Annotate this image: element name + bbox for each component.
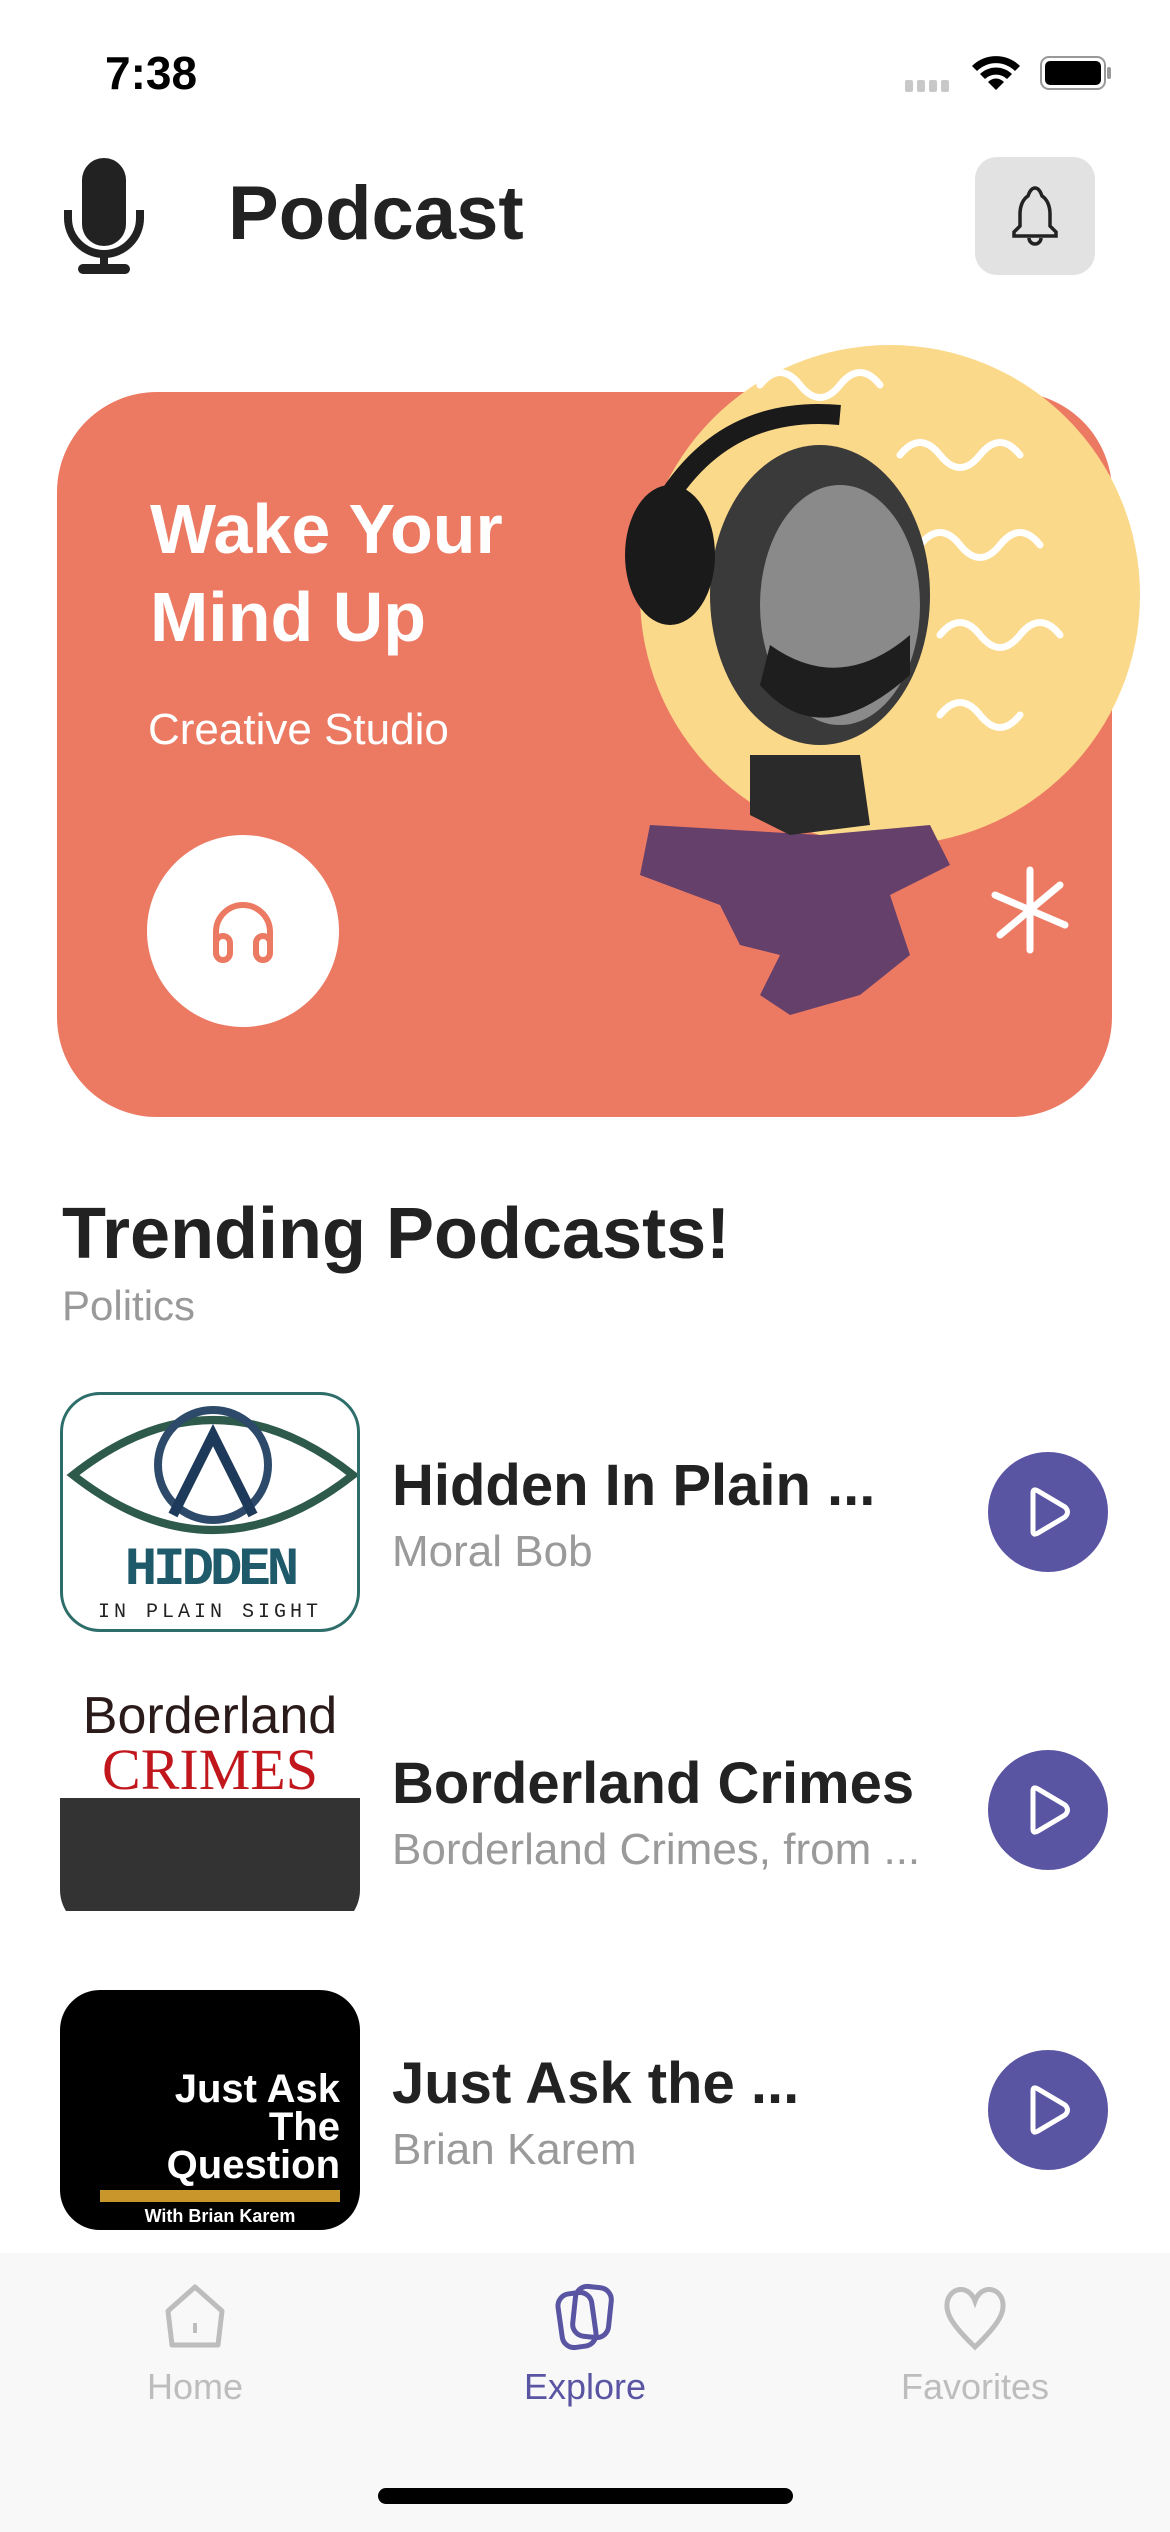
podcast-title: Hidden In Plain ... (392, 1453, 876, 1518)
podcast-author: Borderland Crimes, from ... (392, 1825, 921, 1874)
play-button[interactable] (988, 1750, 1108, 1870)
artwork-subtext: With Brian Karem (144, 2206, 296, 2226)
podcast-artwork: Just Ask The Question With Brian Karem (60, 1990, 360, 2230)
artwork-text: Just Ask The Question (166, 2067, 340, 2187)
podcast-artwork: Borderland CRIMES (60, 1690, 360, 1930)
artwork-subtext: IN PLAIN SIGHT (97, 1601, 323, 1624)
podcast-author: Moral Bob (392, 1527, 593, 1576)
status-time: 7:38 (105, 47, 198, 99)
podcast-row[interactable]: Borderland CRIMES Borderland Crimes Bord… (0, 1690, 1170, 1930)
bell-icon (1012, 186, 1058, 246)
podcast-row[interactable]: HIDDEN IN PLAIN SIGHT Hidden In Plain ..… (0, 1392, 1170, 1632)
podcast-row[interactable]: Just Ask The Question With Brian Karem J… (0, 1990, 1170, 2230)
podcast-title: Borderland Crimes (392, 1751, 915, 1816)
artwork-text: HIDDEN (124, 1540, 299, 1601)
banner-title: Wake Your Mind Up (150, 490, 503, 656)
page-title: Podcast (228, 171, 524, 256)
host-photo (625, 404, 950, 1015)
eye-logo (66, 1406, 357, 1534)
play-button[interactable] (988, 1452, 1108, 1572)
explore-icon (555, 2283, 614, 2351)
home-indicator (378, 2488, 793, 2504)
signal-icon (905, 80, 949, 92)
sparkle-icon (991, 866, 1069, 954)
headphones-icon (213, 902, 273, 963)
podcast-title: Just Ask the ... (392, 2051, 800, 2116)
section-title: Trending Podcasts! (62, 1194, 731, 1274)
section-category: Politics (62, 1282, 196, 1329)
tab-label: Favorites (900, 2366, 1050, 2407)
tab-explore[interactable]: Explore (465, 2283, 705, 2408)
play-icon (1030, 1487, 1070, 1537)
notifications-button[interactable] (975, 157, 1095, 275)
tab-home[interactable]: Home (75, 2283, 315, 2408)
microphone-icon (64, 158, 144, 274)
heart-icon (944, 2287, 1006, 2351)
artwork-subtext: CRIMES (102, 1737, 318, 1802)
tab-label: Explore (523, 2366, 647, 2407)
play-icon (1030, 1785, 1070, 1835)
play-button[interactable] (988, 2050, 1108, 2170)
tab-label: Home (146, 2366, 244, 2407)
battery-icon (1040, 56, 1111, 90)
home-icon (165, 2284, 225, 2348)
listen-button[interactable] (147, 835, 339, 1027)
tab-favorites[interactable]: Favorites (855, 2283, 1095, 2408)
wifi-icon (972, 56, 1020, 90)
artwork-text: Borderland (82, 1690, 338, 1745)
play-icon (1030, 2085, 1070, 2135)
podcast-author: Brian Karem (392, 2125, 637, 2174)
banner-subtitle: Creative Studio (148, 705, 449, 754)
podcast-artwork: HIDDEN IN PLAIN SIGHT (60, 1392, 360, 1632)
